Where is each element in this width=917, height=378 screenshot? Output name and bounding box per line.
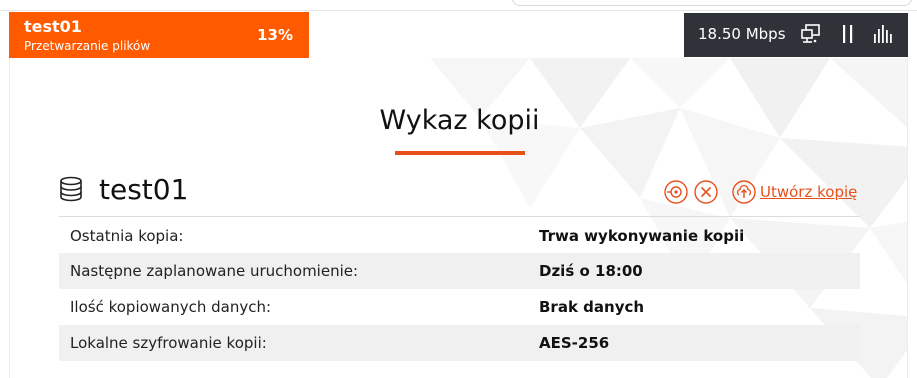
title-underline bbox=[395, 151, 525, 155]
database-icon bbox=[60, 176, 82, 202]
detail-value: Trwa wykonywanie kopii bbox=[539, 227, 745, 245]
top-search-bar-edge bbox=[512, 0, 912, 6]
detail-row-last-backup: Ostatnia kopia: Trwa wykonywanie kopii bbox=[59, 218, 860, 254]
cloud-upload-icon[interactable] bbox=[732, 180, 756, 204]
transfer-speed: 18.50 Mbps bbox=[698, 25, 786, 43]
pause-icon[interactable] bbox=[837, 23, 859, 45]
detail-label: Ilość kopiowanych danych: bbox=[70, 298, 272, 316]
header-divider bbox=[0, 10, 917, 11]
detail-label: Lokalne szyfrowanie kopii: bbox=[70, 334, 267, 352]
detail-value: AES-256 bbox=[539, 334, 610, 352]
page-title: Wykaz kopii bbox=[379, 105, 540, 136]
job-progress-percent: 13% bbox=[257, 26, 293, 44]
job-name: test01 bbox=[24, 17, 82, 36]
transfer-speed-bar: 18.50 Mbps bbox=[684, 13, 908, 57]
job-status: Przetwarzanie plików bbox=[24, 39, 151, 53]
detail-value: Dziś o 18:00 bbox=[539, 262, 643, 280]
create-backup-link[interactable]: Utwórz kopię bbox=[760, 183, 857, 201]
cancel-circle-icon[interactable] bbox=[694, 180, 718, 204]
detail-row-data-size: Ilość kopiowanych danych: Brak danych bbox=[59, 289, 860, 325]
detail-row-next-run: Następne zaplanowane uruchomienie: Dziś … bbox=[59, 253, 860, 289]
bar-chart-icon[interactable] bbox=[872, 23, 894, 45]
job-progress-tile[interactable]: test01 Przetwarzanie plików 13% bbox=[9, 12, 309, 58]
detail-row-encryption: Lokalne szyfrowanie kopii: AES-256 bbox=[59, 325, 860, 361]
backup-page: test01 Przetwarzanie plików 13% 18.50 Mb… bbox=[0, 0, 917, 378]
detail-label: Ostatnia kopia: bbox=[70, 227, 184, 245]
detail-label: Następne zaplanowane uruchomienie: bbox=[70, 262, 359, 280]
backup-list-panel: Wykaz kopii test01 Utwórz kopię Ostatnia… bbox=[9, 58, 908, 378]
detail-value: Brak danych bbox=[539, 298, 645, 316]
details-top-divider bbox=[59, 216, 860, 217]
backup-name: test01 bbox=[99, 173, 189, 206]
disk-settings-icon[interactable] bbox=[664, 180, 688, 204]
network-computer-icon[interactable] bbox=[800, 23, 822, 45]
